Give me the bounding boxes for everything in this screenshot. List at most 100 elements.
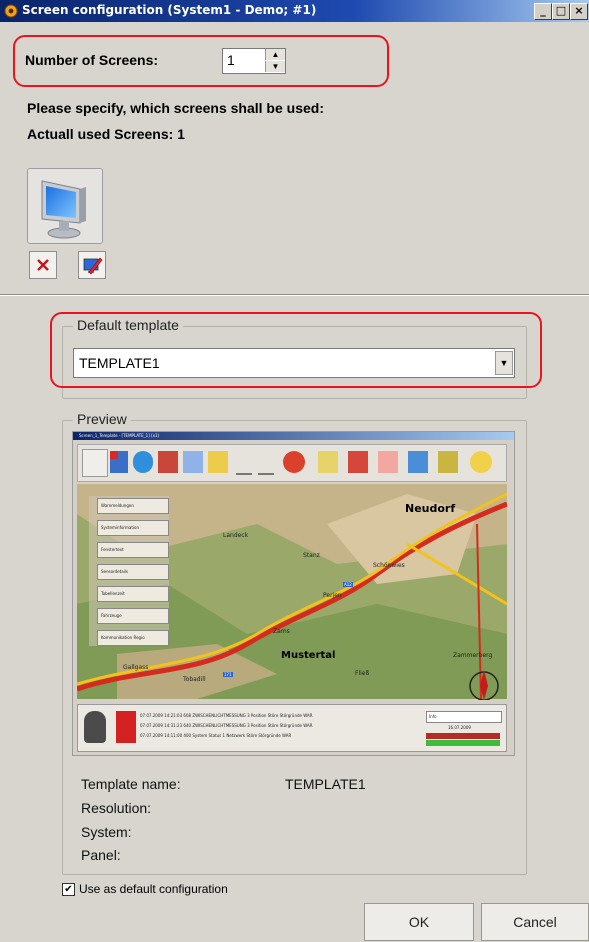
preview-alarm-cell: WAR — [281, 733, 292, 738]
preview-map-label: Zams — [273, 628, 290, 635]
close-button[interactable]: × — [570, 3, 588, 20]
preview-blank-icon — [258, 451, 274, 475]
system-label: System: — [81, 824, 132, 840]
preview-alarm-cell: Störe Störgründe — [267, 723, 302, 728]
template-preview-thumbnail: Screen_1_Template - [TEMPLATE_1] (x1) Wa… — [72, 431, 515, 756]
preview-map-label: Landeck — [223, 532, 249, 539]
preview-status-field: Info — [426, 711, 502, 723]
used-screens-count: Actuall used Screens: 1 — [27, 126, 185, 142]
preview-map-label: Tobadill — [183, 676, 206, 683]
preview-info-icon — [408, 451, 428, 473]
preview-menu-label: Warnmeldungen — [101, 503, 134, 508]
preview-menu-item: Tabellenzeit — [97, 586, 169, 602]
preview-menu-item: Systeminformation — [97, 520, 169, 536]
default-config-label[interactable]: Use as default configuration — [79, 882, 228, 896]
preview-doc-icon — [208, 451, 228, 473]
preview-map-label: Schönwies — [373, 562, 405, 569]
screen-tile-1[interactable] — [27, 168, 103, 244]
preview-alarm-cell: 07.07.2009 14:21:03 608 — [140, 713, 192, 718]
panel-label: Panel: — [81, 847, 121, 863]
preview-alarm-row: 07.07.2009 14:31:23 640 ZWISCHENLICHTMES… — [140, 723, 313, 728]
preview-map-label: Zammerberg — [453, 652, 493, 659]
preview-alarm-cell: Position — [250, 713, 267, 718]
preview-alert-icon — [348, 451, 368, 473]
number-of-screens-label: Number of Screens: — [25, 52, 159, 68]
preview-map-label: Stanz — [303, 552, 320, 559]
screens-instruction: Please specify, which screens shall be u… — [27, 100, 324, 116]
spin-up-arrow-icon[interactable]: ▲ — [265, 49, 285, 60]
preview-avatar — [84, 711, 106, 743]
preview-alarm-cell: ZWISCHENLICHTMESSUNG 3 — [192, 713, 250, 718]
preview-menu-label: Tabellenzeit — [101, 591, 125, 596]
default-config-checkbox[interactable]: ✔ — [62, 883, 75, 896]
preview-title-bar: Screen_1_Template - [TEMPLATE_1] (x1) — [73, 432, 514, 440]
minimize-button[interactable]: _ — [534, 3, 552, 20]
preview-alarm-cell: WAR — [303, 713, 313, 718]
number-of-screens-value[interactable]: 1 — [227, 52, 235, 68]
preview-alarm-cell: 07.07.2009 14:31:23 640 — [140, 723, 192, 728]
preview-map-label: Perjen — [323, 592, 342, 599]
cancel-button[interactable]: Cancel — [481, 903, 589, 941]
template-name-value: TEMPLATE1 — [285, 776, 366, 792]
preview-note-icon — [318, 451, 338, 473]
default-template-select[interactable]: TEMPLATE1 ▼ — [73, 348, 515, 378]
preview-menu-label: Sensordetails — [101, 569, 128, 574]
preview-alarm-row: 07.07.2009 14:11:00 400 System Status 1 … — [140, 733, 291, 738]
preview-status-bar-green — [426, 740, 500, 746]
preview-refresh-icon — [283, 451, 305, 473]
preview-tool-icon — [82, 449, 108, 477]
preview-alarm-cell: Position — [250, 723, 267, 728]
preview-menu-label: Fahrzeuge — [101, 613, 122, 618]
app-gear-icon — [4, 4, 18, 18]
preview-alarm-cell: 07.07.2009 14:11:00 400 — [140, 733, 192, 738]
ok-button[interactable]: OK — [364, 903, 474, 941]
preview-window-title: Screen_1_Template - [TEMPLATE_1] (x1) — [79, 433, 160, 438]
preview-menu-label: Systeminformation — [101, 525, 140, 530]
preview-flag-icon — [110, 451, 128, 473]
preview-menu-item: Sensordetails — [97, 564, 169, 580]
edit-screen-button[interactable] — [78, 251, 106, 279]
edit-screen-icon — [83, 257, 103, 275]
maximize-button[interactable]: □ — [552, 3, 570, 20]
preview-menu-item: Fenstertext — [97, 542, 169, 558]
preview-alarm-cell: System Status 1 — [192, 733, 226, 738]
preview-alarm-cell: Netzwerk — [226, 733, 246, 738]
preview-chart-icon — [183, 451, 203, 473]
title-bar[interactable]: Screen configuration (System1 - Demo; #1… — [0, 0, 589, 22]
preview-toolbar — [77, 444, 507, 482]
preview-menu-item: Fahrzeuge — [97, 608, 169, 624]
template-name-label: Template name: — [81, 776, 181, 792]
preview-menu-label: Kommunikation Regio — [101, 635, 145, 640]
preview-road-badge: A12 — [343, 582, 353, 587]
preview-globe-icon — [133, 451, 153, 473]
preview-menu-label: Fenstertext — [101, 547, 124, 552]
preview-grid-icon — [158, 451, 178, 473]
preview-road-badge: 171 — [223, 672, 233, 677]
preview-alarm-cell: ZWISCHENLICHTMESSUNG 3 — [192, 723, 250, 728]
preview-close-icon — [378, 451, 398, 473]
preview-alarm-severity — [116, 711, 136, 743]
number-of-screens-spinner[interactable]: 1 ▲ ▼ — [222, 48, 286, 74]
remove-screen-button[interactable] — [29, 251, 57, 279]
preview-menu-item: Kommunikation Regio — [97, 630, 169, 646]
preview-alarm-row: 07.07.2009 14:21:03 608 ZWISCHENLICHTMES… — [140, 713, 313, 718]
preview-blank-icon — [236, 451, 252, 475]
preview-alarm-cell: Störe Störgründe — [246, 733, 281, 738]
preview-lock-icon — [438, 451, 458, 473]
delete-icon — [37, 259, 49, 271]
resolution-label: Resolution: — [81, 800, 152, 816]
preview-alarm-cell: Störe Störgründe — [267, 713, 302, 718]
preview-status-field-text: Info — [429, 714, 437, 719]
preview-map-label: Mustertal — [281, 650, 336, 661]
preview-alarm-cell: WAR — [303, 723, 313, 728]
preview-alarm-panel: 07.07.2009 14:21:03 608 ZWISCHENLICHTMES… — [77, 704, 507, 752]
monitor-icon — [41, 180, 86, 239]
preview-compass-icon — [469, 670, 499, 700]
preview-status-date: 16.07.2009 — [448, 725, 471, 730]
preview-menu-item: Warnmeldungen — [97, 498, 169, 514]
preview-help-icon — [470, 451, 492, 473]
preview-legend: Preview — [73, 411, 131, 427]
spin-down-arrow-icon[interactable]: ▼ — [265, 61, 285, 72]
dropdown-arrow-icon[interactable]: ▼ — [495, 351, 513, 375]
preview-status-bar-red — [426, 733, 500, 739]
